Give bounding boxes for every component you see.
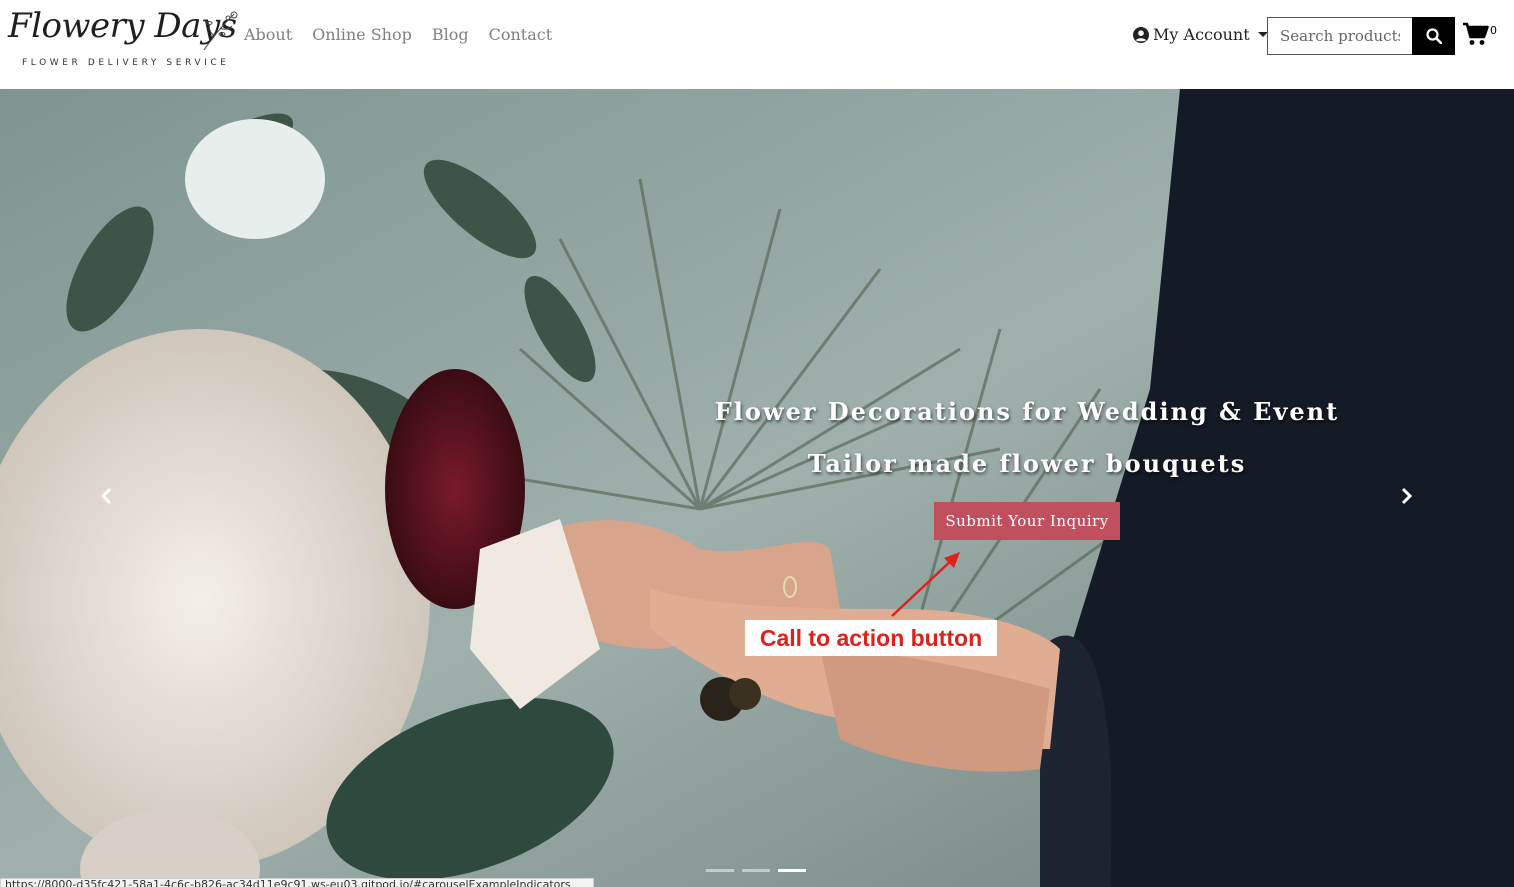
search-input[interactable] [1267,17,1412,55]
my-account-label: My Account [1153,25,1250,44]
annotation-arrow-icon [891,552,960,617]
carousel-indicators [706,869,806,872]
user-circle-icon [1133,26,1149,43]
main-nav: About Online Shop Blog Contact [244,25,552,44]
carousel-indicator-2[interactable] [742,869,770,872]
submit-inquiry-button[interactable]: Submit Your Inquiry [934,502,1120,540]
brand-logo[interactable]: Flowery Days FLOWER DELIVERY SERVICE [8,6,240,70]
search-button[interactable] [1412,17,1455,55]
nav-item-online-shop[interactable]: Online Shop [312,25,412,44]
carousel-indicator-1[interactable] [706,869,734,872]
search-icon [1425,28,1442,44]
chevron-left-icon [100,487,112,505]
cart-count-badge: 0 [1490,24,1497,37]
hero-carousel: Flower Decorations for Wedding & Event T… [0,89,1514,887]
my-account-dropdown[interactable]: My Account [1133,25,1268,44]
carousel-indicator-3[interactable] [778,869,806,872]
carousel-next-button[interactable] [1392,481,1422,511]
nav-item-about[interactable]: About [244,25,292,44]
nav-item-blog[interactable]: Blog [432,25,469,44]
hero-subheading: Tailor made flower bouquets [807,449,1247,478]
nav-item-contact[interactable]: Contact [489,25,553,44]
site-header: Flowery Days FLOWER DELIVERY SERVICE Abo… [0,0,1514,89]
call-to-action-annotation: Call to action button [745,620,997,656]
hero-background-image [0,89,1514,887]
search-form [1267,17,1455,55]
carousel-prev-button[interactable] [91,481,121,511]
chevron-right-icon [1401,487,1413,505]
browser-status-url: https://8000-d35fc421-58a1-4c6c-b826-ac3… [0,878,594,887]
flower-sprig-icon [203,11,238,51]
brand-tagline: FLOWER DELIVERY SERVICE [22,58,230,68]
hero-heading: Flower Decorations for Wedding & Event [714,397,1340,426]
cart-button[interactable] [1463,22,1489,50]
shopping-cart-icon [1463,22,1489,45]
